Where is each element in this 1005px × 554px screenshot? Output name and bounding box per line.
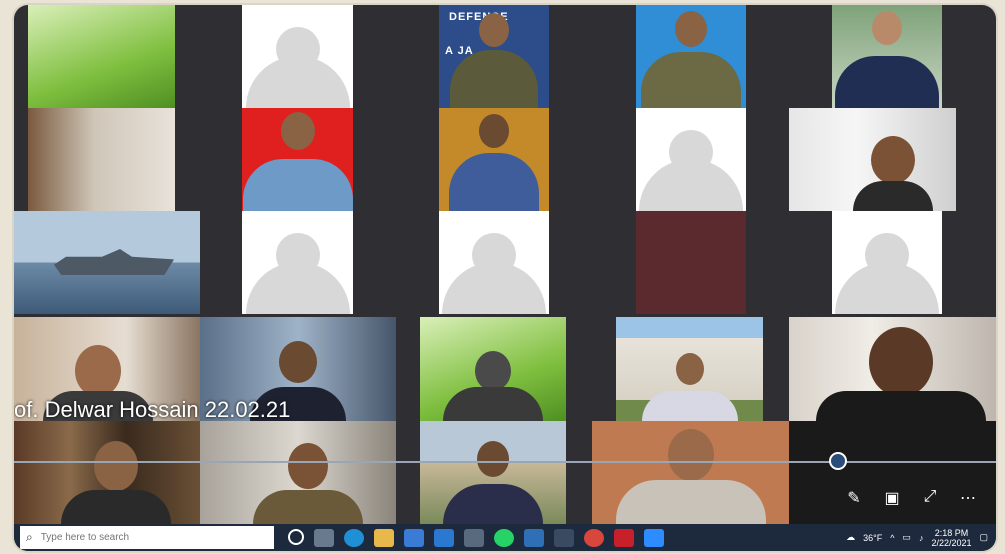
expand-icon[interactable]: ⤢ <box>920 488 940 508</box>
video-tile-placeholder-3[interactable] <box>242 211 353 314</box>
mail-icon[interactable] <box>434 528 454 547</box>
video-scrubber[interactable] <box>14 461 996 463</box>
network-icon[interactable]: ▭ <box>902 532 911 543</box>
video-tile-grass[interactable] <box>28 5 175 108</box>
video-tile-suit-1[interactable] <box>832 5 942 108</box>
screen-icon[interactable]: ▣ <box>882 488 902 508</box>
pen-icon[interactable]: ✎ <box>844 488 864 508</box>
video-tile-officer-army[interactable]: DEFENCE A JA <box>439 5 549 108</box>
tray-chevron-icon[interactable]: ^ <box>890 533 894 543</box>
file-explorer-icon[interactable] <box>374 528 394 547</box>
video-tile-placeholder-4[interactable] <box>439 211 549 314</box>
app-icon[interactable] <box>524 528 544 547</box>
search-input[interactable] <box>38 531 243 544</box>
video-tile-speaker-3[interactable] <box>789 317 996 421</box>
tray-temperature[interactable]: 36°F <box>863 533 882 543</box>
volume-icon[interactable]: ♪ <box>919 533 924 543</box>
video-tile-room[interactable] <box>28 108 175 211</box>
weather-icon[interactable]: ☁ <box>846 532 855 543</box>
pdf-icon[interactable] <box>614 528 634 547</box>
clock-date: 2/22/2021 <box>931 537 972 548</box>
video-tile-officer-army-2[interactable] <box>636 5 746 108</box>
video-tile-suit-2[interactable] <box>439 108 549 211</box>
store-icon[interactable] <box>404 528 424 547</box>
search-icon: ⌕ <box>26 530 33 544</box>
system-tray: ☁ 36°F ^ ▭ ♪ 2:18 PM 2/22/2021 ▢ <box>846 528 996 548</box>
video-tile-warship[interactable] <box>14 211 200 314</box>
video-tile-placeholder[interactable] <box>242 5 353 108</box>
notification-icon[interactable]: ▢ <box>979 532 988 543</box>
video-tile-library[interactable] <box>14 421 200 524</box>
app-icon-2[interactable] <box>554 528 574 547</box>
scrubber-handle[interactable] <box>829 452 847 470</box>
video-tile-speaker-4[interactable] <box>200 421 396 524</box>
chrome-icon[interactable] <box>584 528 604 547</box>
video-tile-placeholder-2[interactable] <box>636 108 746 211</box>
settings-app-icon[interactable] <box>464 528 484 547</box>
taskbar-apps <box>288 528 664 547</box>
video-tile-curtain[interactable] <box>789 108 956 211</box>
video-tile-placeholder-5[interactable] <box>832 211 942 314</box>
video-tile-grass-2[interactable] <box>420 317 566 421</box>
participant-caption: of. Delwar Hossain 22.02.21 <box>14 397 291 422</box>
video-controls: ✎ ▣ ⤢ ⋯ <box>844 488 978 508</box>
taskbar-search[interactable]: ⌕ <box>20 526 274 549</box>
video-tile-officer-airforce[interactable] <box>242 108 353 211</box>
video-tile-dark[interactable] <box>789 421 996 524</box>
video-tile-building[interactable] <box>616 317 763 421</box>
more-icon[interactable]: ⋯ <box>958 488 978 508</box>
windows-taskbar: ⌕ ☁ 36°F ^ ▭ ♪ 2:18 PM 2/22/2 <box>14 524 996 551</box>
tray-clock[interactable]: 2:18 PM 2/22/2021 <box>931 528 971 548</box>
video-tile-speaker-6[interactable] <box>592 421 789 524</box>
cortana-icon[interactable] <box>288 528 304 545</box>
video-tile-dark-red[interactable] <box>636 211 746 314</box>
task-view-icon[interactable] <box>314 528 334 547</box>
video-tile-speaker-5[interactable] <box>420 421 566 524</box>
clock-time: 2:18 PM <box>934 527 969 538</box>
edge-icon[interactable] <box>344 528 364 547</box>
whatsapp-icon[interactable] <box>494 528 514 547</box>
video-call-window: DEFENCE A JA of. Delwar Hossain 22.02.21… <box>14 5 996 551</box>
zoom-icon[interactable] <box>644 528 664 547</box>
